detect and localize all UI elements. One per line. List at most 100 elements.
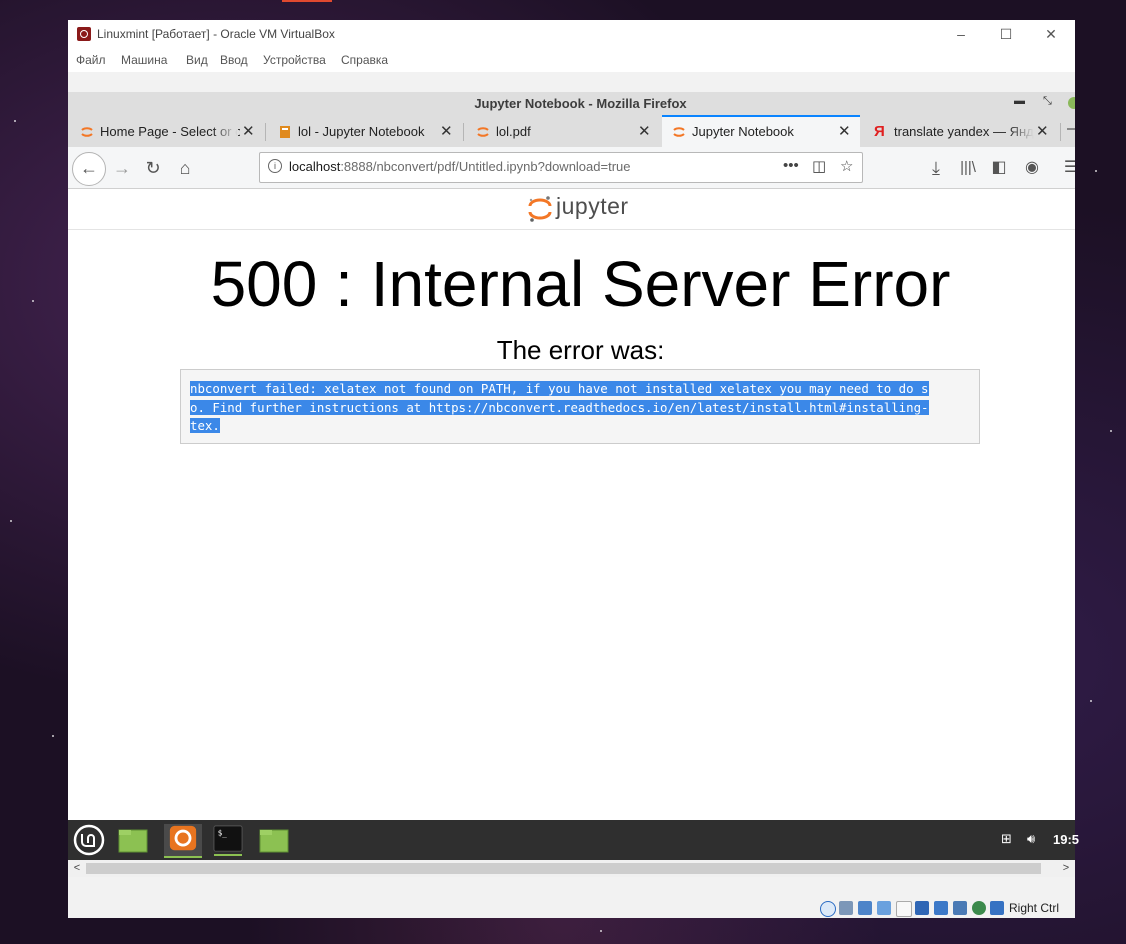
jupyter-icon bbox=[81, 127, 93, 137]
tab-separator bbox=[1060, 123, 1061, 141]
tab-fade bbox=[212, 122, 238, 142]
tab-fade bbox=[1008, 122, 1034, 142]
optical-drive-icon[interactable] bbox=[820, 901, 836, 917]
jupyter-header: jupyter bbox=[68, 189, 1075, 230]
maximize-icon[interactable]: ☐ bbox=[995, 24, 1017, 44]
tab-separator bbox=[463, 123, 464, 141]
pocket-icon[interactable]: ◫ bbox=[812, 157, 826, 175]
ff-minimize-icon[interactable]: ▬ bbox=[1014, 95, 1025, 107]
downloads-icon[interactable]: ⤓ bbox=[922, 155, 950, 181]
clock[interactable]: 19:5 bbox=[1053, 832, 1079, 847]
tab-close-icon[interactable]: ✕ bbox=[440, 122, 453, 140]
menu-input[interactable]: Ввод bbox=[220, 53, 248, 67]
back-button[interactable]: ← bbox=[72, 152, 106, 186]
minimize-icon[interactable]: – bbox=[950, 24, 972, 44]
reload-button[interactable]: ↻ bbox=[139, 155, 167, 181]
star bbox=[10, 520, 12, 522]
library-icon[interactable]: |||\ bbox=[954, 155, 982, 181]
error-message[interactable]: nbconvert failed: xelatex not found on P… bbox=[190, 380, 970, 436]
tab-home-page[interactable]: Home Page - Select or create a notebook … bbox=[70, 117, 262, 147]
firefox-titlebar[interactable]: Jupyter Notebook - Mozilla Firefox ▬ ⤡ bbox=[68, 92, 1075, 114]
tab-label: lol - Jupyter Notebook bbox=[298, 124, 425, 139]
tab-lol-pdf[interactable]: lol.pdf ✕ bbox=[466, 117, 658, 147]
firefox-icon bbox=[169, 825, 197, 851]
account-icon[interactable]: ◉ bbox=[1018, 155, 1046, 181]
menu-file[interactable]: Файл bbox=[76, 53, 106, 67]
terminal-taskbar-button[interactable]: $_ bbox=[210, 824, 246, 856]
bookmark-star-icon[interactable]: ☆ bbox=[840, 157, 853, 175]
display-icon[interactable] bbox=[915, 901, 929, 915]
tab-separator bbox=[265, 123, 266, 141]
volume-icon[interactable]: 🔊︎ bbox=[1027, 831, 1035, 847]
network-icon[interactable]: ⊞ bbox=[1001, 831, 1012, 847]
star bbox=[52, 735, 54, 737]
tab-close-icon[interactable]: ✕ bbox=[1036, 122, 1049, 140]
horizontal-scrollbar[interactable]: < > bbox=[68, 860, 1075, 877]
info-icon[interactable]: i bbox=[268, 159, 282, 173]
shared-folders-icon[interactable] bbox=[896, 901, 912, 917]
tab-close-icon[interactable]: ✕ bbox=[838, 122, 851, 140]
host-key-label: Right Ctrl bbox=[1009, 901, 1060, 915]
new-tab-icon[interactable]: – bbox=[1067, 120, 1075, 137]
notebook-icon bbox=[280, 126, 290, 138]
sidebar-icon[interactable]: ◧ bbox=[985, 155, 1013, 181]
menu-icon[interactable]: ☰ bbox=[1057, 155, 1075, 181]
url-bar[interactable]: i localhost:8888/nbconvert/pdf/Untitled.… bbox=[259, 152, 863, 183]
home-folder-icon[interactable] bbox=[257, 824, 291, 856]
menu-view[interactable]: Вид bbox=[186, 53, 208, 67]
error-subheading: The error was: bbox=[496, 335, 665, 365]
menu-help[interactable]: Справка bbox=[341, 53, 388, 67]
menu-machine[interactable]: Машина bbox=[121, 53, 167, 67]
scroll-thumb[interactable] bbox=[86, 863, 1041, 874]
audio-icon[interactable] bbox=[839, 901, 853, 915]
tab-translate-yandex[interactable]: Я translate yandex — Яндекс ✕ bbox=[864, 117, 1054, 147]
error-heading: 500 : Internal Server Error bbox=[210, 248, 951, 320]
jupyter-wordmark[interactable]: jupyter bbox=[556, 193, 629, 220]
usb-icon[interactable] bbox=[877, 901, 891, 915]
yandex-icon: Я bbox=[874, 123, 885, 140]
firefox-window-title: Jupyter Notebook - Mozilla Firefox bbox=[474, 96, 687, 111]
running-indicator bbox=[214, 854, 242, 856]
vbox-statusbar: Right Ctrl bbox=[68, 877, 1075, 918]
cpu-icon[interactable] bbox=[953, 901, 967, 915]
jupyter-logo-icon[interactable] bbox=[527, 195, 553, 223]
vbox-titlebar[interactable]: Linuxmint [Работает] - Oracle VM Virtual… bbox=[68, 20, 1075, 48]
ff-close-icon[interactable] bbox=[1068, 97, 1075, 109]
url-text: localhost:8888/nbconvert/pdf/Untitled.ip… bbox=[289, 159, 631, 174]
forward-button[interactable]: → bbox=[108, 155, 136, 181]
tab-close-icon[interactable]: ✕ bbox=[242, 122, 255, 140]
scroll-right-icon[interactable]: > bbox=[1059, 860, 1073, 877]
star bbox=[1090, 700, 1092, 702]
star bbox=[14, 120, 16, 122]
tab-close-icon[interactable]: ✕ bbox=[638, 122, 651, 140]
star bbox=[1110, 430, 1112, 432]
tab-jupyter-notebook[interactable]: Jupyter Notebook ✕ bbox=[662, 115, 860, 149]
scroll-left-icon[interactable]: < bbox=[70, 860, 84, 877]
virtualbox-window: Linuxmint [Работает] - Oracle VM Virtual… bbox=[68, 20, 1079, 918]
vbox-menubar: Файл Машина Вид Ввод Устройства Справка bbox=[68, 48, 1075, 72]
close-icon[interactable]: ✕ bbox=[1040, 24, 1062, 44]
tab-lol-notebook[interactable]: lol - Jupyter Notebook ✕ bbox=[268, 117, 460, 147]
files-folder-icon[interactable] bbox=[116, 824, 150, 856]
mouse-integration-icon[interactable] bbox=[990, 901, 1004, 915]
menu-devices[interactable]: Устройства bbox=[263, 53, 326, 67]
url-host: localhost bbox=[289, 159, 341, 174]
navigation-toolbar: ← → ↻ ⌂ i localhost:8888/nbconvert/pdf/U… bbox=[68, 147, 1075, 189]
network-adapter-icon[interactable] bbox=[858, 901, 872, 915]
tab-strip: Home Page - Select or create a notebook … bbox=[68, 114, 1075, 149]
mint-menu-icon[interactable] bbox=[72, 824, 106, 856]
page-actions-icon[interactable]: ••• bbox=[783, 157, 799, 174]
svg-text:$_: $_ bbox=[218, 828, 228, 837]
guest-additions-icon[interactable] bbox=[972, 901, 986, 915]
error-line: nbconvert failed: xelatex not found on P… bbox=[190, 381, 929, 396]
jupyter-icon bbox=[673, 127, 685, 137]
home-button[interactable]: ⌂ bbox=[171, 155, 199, 181]
ff-restore-icon[interactable]: ⤡ bbox=[1043, 95, 1052, 108]
star bbox=[32, 300, 34, 302]
tab-label: Jupyter Notebook bbox=[692, 124, 794, 139]
recording-icon[interactable] bbox=[934, 901, 948, 915]
tab-label: lol.pdf bbox=[496, 124, 531, 139]
host-accent-bar bbox=[282, 0, 332, 2]
virtualbox-logo-icon bbox=[77, 27, 91, 41]
firefox-taskbar-button[interactable] bbox=[164, 824, 202, 858]
